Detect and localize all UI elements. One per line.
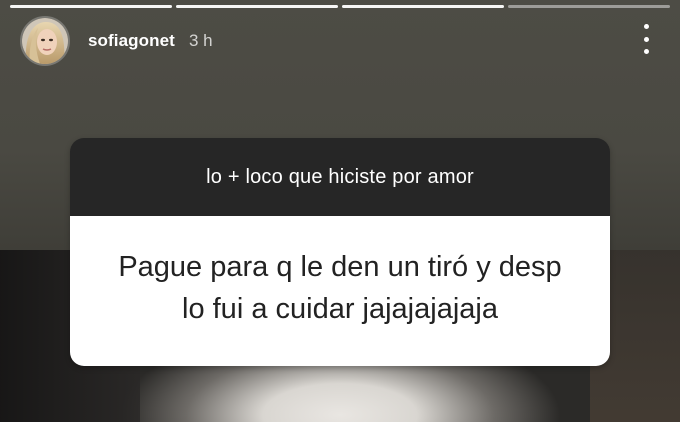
story-progress-bars — [10, 5, 670, 8]
progress-segment — [508, 5, 670, 8]
answer-line: Pague para q le den un tiró y desp — [118, 251, 562, 283]
avatar-photo-icon — [22, 18, 68, 64]
more-vertical-icon — [643, 24, 649, 29]
story-viewer[interactable]: sofiagonet 3 h lo + loco que hiciste por… — [0, 0, 680, 422]
question-answer: Pague para q le den un tiró y desp lo fu… — [70, 216, 610, 366]
progress-segment — [176, 5, 338, 8]
progress-segment — [342, 5, 504, 8]
progress-segment — [10, 5, 172, 8]
answer-line: lo fui a cuidar jajajajajaja — [182, 293, 498, 325]
username[interactable]: sofiagonet — [88, 31, 175, 51]
question-sticker[interactable]: lo + loco que hiciste por amor Pague par… — [70, 138, 610, 366]
post-time: 3 h — [188, 31, 213, 50]
more-vertical-icon — [643, 49, 649, 54]
question-prompt: lo + loco que hiciste por amor — [70, 138, 610, 216]
more-options-button[interactable] — [640, 24, 652, 54]
more-vertical-icon — [643, 36, 649, 42]
avatar[interactable] — [20, 16, 70, 66]
story-header: sofiagonet 3 h — [20, 16, 213, 66]
